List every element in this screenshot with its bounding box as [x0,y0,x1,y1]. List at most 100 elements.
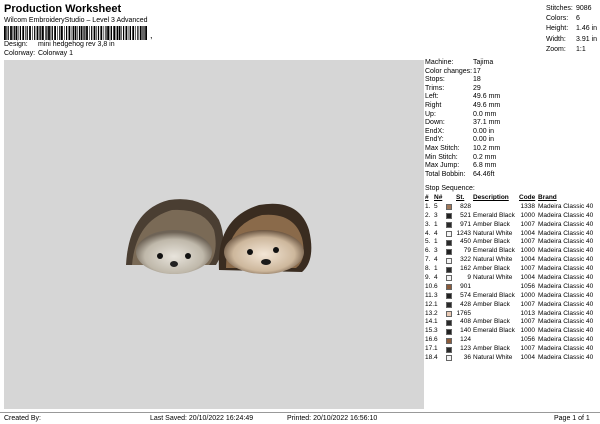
color-swatch [446,203,456,212]
cell-code: 1000 [520,291,535,299]
barcode-bar [12,26,14,40]
cell-brand: Madeira Classic 40 [538,247,594,255]
cell-brand: Madeira Classic 40 [538,211,594,219]
barcode-bar [45,26,46,40]
cell-code: 1056 [520,282,535,290]
table-header: # N# St. Description Code Brand [425,194,557,201]
barcode-bar [25,26,26,40]
cell-n: 1 [434,345,438,353]
cell-brand: Madeira Classic 40 [538,300,594,308]
barcode-bar [125,26,128,40]
barcode-bar [40,26,42,40]
cell-num: 4. [425,229,431,237]
table-row: 16. 6 124 1056 Madeira Classic 40 [425,336,600,345]
table-row: 10. 6 901 1056 Madeira Classic 40 [425,283,600,292]
colorway-row: Colorway: Colorway 1 [4,50,73,57]
barcode-bar [29,26,31,40]
color-swatch-chip [446,248,452,255]
cell-brand: Madeira Classic 40 [538,202,594,210]
cell-desc [473,336,519,345]
barcode-bar [39,26,40,40]
hedgehog-embroidery-image [126,199,312,274]
cell-num: 10. [425,282,435,290]
color-swatch-chip [446,284,452,291]
barcode-bar [50,26,52,40]
color-swatch [446,247,456,256]
cell-desc: Emerald Black [473,247,515,255]
cell-st: 322 [460,256,471,264]
cell-code: 1000 [520,247,535,255]
barcode-bar [84,26,86,40]
color-swatch [446,230,456,239]
barcode-bar [105,26,107,40]
cell-num: 3. [425,220,431,228]
page-title: Production Worksheet [4,3,122,15]
cell-num: 18. [425,354,435,362]
table-row: 8. 1 162 Amber Black 1007 Madeira Classic 40 [425,265,600,274]
stop-sequence-title: Stop Sequence: [425,185,475,192]
barcode-bar [57,26,58,40]
prop-row: EndY: 0.00 in [425,136,495,144]
cell-code: 1000 [520,327,535,335]
cell-st: 9 [467,274,471,282]
color-swatch [446,310,456,319]
barcode-bar [103,26,105,40]
prop-row: Machine: Tajima [425,59,494,66]
cell-brand: Madeira Classic 40 [538,229,594,237]
cell-code: 1338 [520,202,535,210]
barcode-bar [145,26,147,40]
cell-desc: Natural White [473,274,513,282]
prop-row: Max Jump: 6.8 mm [425,162,497,170]
page-footer: Created By: Last Saved: 20/10/2022 16:24… [0,412,600,424]
cell-brand: Madeira Classic 40 [538,327,594,335]
barcode-bar [72,26,74,40]
barcode-bar [107,26,109,40]
color-swatch [446,345,456,354]
cell-num: 15. [425,327,435,335]
color-swatch-chip [446,231,452,237]
table-row: 11. 3 574 Emerald Black 1000 Madeira Classic … [425,292,600,301]
cell-desc: Natural White [473,256,513,264]
table-row: 2. 3 521 Emerald Black 1000 Madeira Classic 4… [425,212,600,221]
cell-desc: Amber Black [473,220,510,228]
cell-code: 1007 [520,300,535,308]
summary-height: Height: 1.46 in [546,25,598,33]
color-swatch-chip [446,222,452,229]
cell-st: 140 [460,327,471,335]
cell-st: 162 [460,265,471,273]
barcode-bar [139,26,142,40]
cell-code: 1007 [520,220,535,228]
barcode-bar [142,26,143,40]
color-swatch-chip [446,346,452,353]
table-row: 12. 1 428 Amber Black 1007 Madeira Classic 40 [425,301,600,310]
prop-row: Color changes: 17 [425,67,481,75]
color-swatch-chip [446,275,452,282]
cell-st: 1243 [456,229,471,237]
barcode-bar [22,26,25,40]
barcode-bar [137,26,139,40]
barcode-bar [61,26,63,40]
prop-row: Down: 37.1 mm [425,119,501,127]
color-swatch [446,265,456,274]
color-swatch [446,354,456,363]
barcode-bar [123,26,125,40]
table-row: 14. 1 408 Amber Black 1007 Madeira Classic 40 [425,318,600,327]
cell-num: 9. [425,274,431,282]
cell-n: 1 [434,300,438,308]
summary-zoom: Zoom: 1:1 [546,45,586,53]
cell-n: 3 [434,211,438,219]
barcode-bar [4,26,6,40]
barcode-bar [129,26,131,40]
cell-code: 1007 [520,345,535,353]
cell-num: 14. [425,318,435,326]
color-swatch-chip [446,266,452,273]
color-swatch-chip [446,311,452,318]
cell-code: 1004 [520,229,535,237]
cell-brand: Madeira Classic 40 [538,256,594,264]
summary-width: Width: 3.91 in [546,35,598,43]
cell-num: 5. [425,238,431,246]
cell-code: 1004 [520,256,535,264]
cell-n: 4 [434,229,438,237]
table-row: 15. 3 140 Emerald Black 1000 Madeira Classic … [425,327,600,336]
summary-stitches: Stitches: 9086 [546,5,592,12]
